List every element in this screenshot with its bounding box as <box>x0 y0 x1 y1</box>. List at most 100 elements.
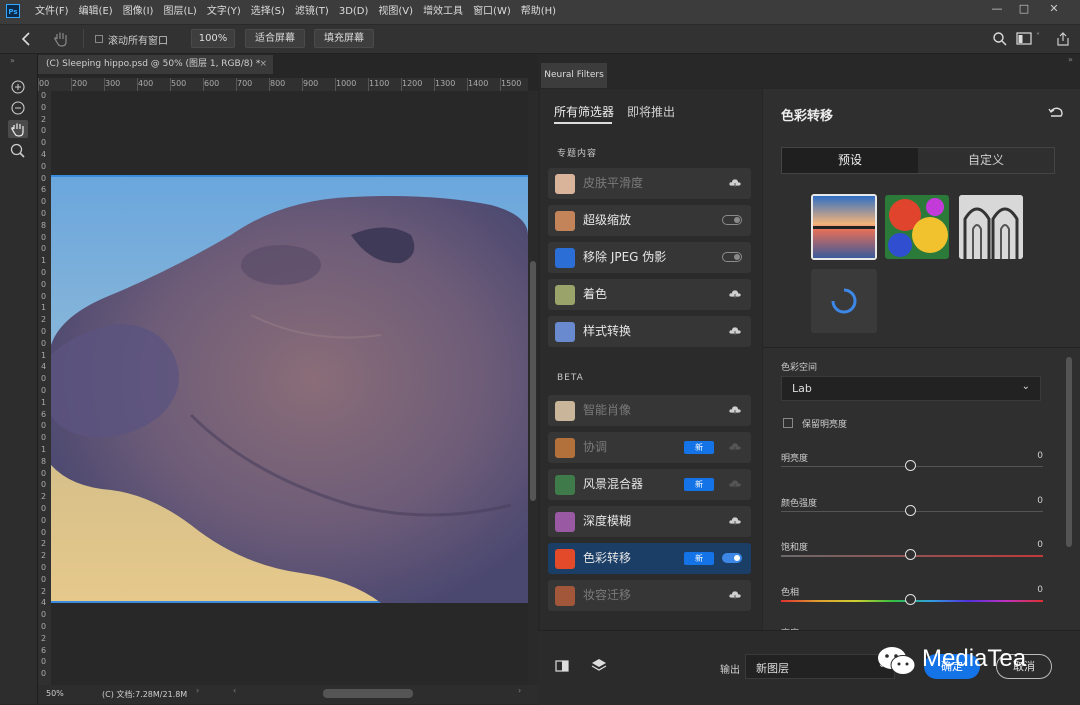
menu-item[interactable]: 窗口(W) <box>468 0 516 24</box>
cloud-download-icon[interactable] <box>728 590 742 600</box>
panel-collapse-icon[interactable]: » <box>1068 55 1073 64</box>
tab-presets[interactable]: 预设 <box>782 148 918 173</box>
ruler-tick-label: 0 <box>41 327 47 336</box>
cloud-download-icon[interactable] <box>728 178 742 188</box>
menu-item[interactable]: 帮助(H) <box>516 0 561 24</box>
maximize-icon[interactable]: □ <box>1011 0 1037 20</box>
cloud-download-icon[interactable] <box>728 442 742 452</box>
zoom-level[interactable]: 50% <box>46 689 64 698</box>
magnifier-icon[interactable] <box>8 142 28 160</box>
filter-item[interactable]: 风景混合器 新 <box>548 469 751 500</box>
reset-icon[interactable] <box>1048 105 1064 119</box>
zoom-100-button[interactable]: 100% <box>191 29 235 48</box>
menu-item[interactable]: 编辑(E) <box>74 0 118 24</box>
cloud-download-icon[interactable] <box>728 326 742 336</box>
output-select[interactable]: 新图层 ⌄ <box>745 654 895 679</box>
preset-sunset[interactable] <box>811 194 877 260</box>
neural-filters-tab[interactable]: Neural Filters <box>541 63 607 88</box>
filter-toggle[interactable] <box>722 215 742 225</box>
tab-custom[interactable]: 自定义 <box>918 148 1054 173</box>
workspace-icon[interactable] <box>1016 32 1034 46</box>
menu-item[interactable]: 文件(F) <box>30 0 74 24</box>
vertical-scrollbar[interactable] <box>528 91 538 685</box>
output-value: 新图层 <box>756 662 789 675</box>
tab-all-filters[interactable]: 所有筛选器 <box>554 103 614 120</box>
ruler-tick-label: 0 <box>41 421 47 431</box>
photoshop-logo-icon: Ps <box>6 4 20 18</box>
tab-coming-soon[interactable]: 即将推出 <box>627 103 675 120</box>
close-icon[interactable]: ✕ <box>1041 0 1067 20</box>
slider-handle[interactable] <box>905 549 916 560</box>
featured-heading: 专题内容 <box>557 149 598 159</box>
filter-item[interactable]: 协调 新 <box>548 432 751 463</box>
chevron-down-icon[interactable]: ˅ <box>1036 32 1040 41</box>
filter-item[interactable]: 着色 <box>548 279 751 310</box>
slider-handle[interactable] <box>905 593 916 605</box>
color-space-label: 色彩空间 <box>781 363 818 373</box>
filter-item[interactable]: 妆容迁移 <box>548 580 751 611</box>
options-bar: 滚动所有窗口 100% 适合屏幕 填充屏幕 ˅ <box>0 25 1080 54</box>
zoom-out-icon[interactable] <box>8 99 28 117</box>
ruler-tick-label: 0 <box>41 173 47 183</box>
menu-item[interactable]: 图像(I) <box>118 0 159 24</box>
filter-item[interactable]: 色彩转移 新 <box>548 543 751 574</box>
search-icon[interactable] <box>992 31 1008 47</box>
filter-item[interactable]: 超级缩放 <box>548 205 751 236</box>
filter-item[interactable]: 智能肖像 <box>548 395 751 426</box>
fill-screen-button[interactable]: 填充屏幕 <box>314 29 374 48</box>
layers-icon[interactable] <box>590 657 608 675</box>
hand-tool-selected[interactable] <box>8 120 28 138</box>
slider-handle[interactable] <box>905 460 916 471</box>
menu-item[interactable]: 视图(V) <box>373 0 418 24</box>
scroll-thumb[interactable] <box>530 261 536 501</box>
minimize-icon[interactable]: — <box>984 0 1010 20</box>
ruler-tick-label: 400 <box>138 79 154 88</box>
ruler-tick-label: 0 <box>41 102 47 112</box>
scroll-left-icon[interactable]: ‹ <box>233 686 236 695</box>
filter-item[interactable]: 皮肤平滑度 <box>548 168 751 199</box>
horizontal-ruler: 00 200 300 400 500 600 700 800 900 1000 1100 1200 13… <box>38 78 528 92</box>
cloud-download-icon[interactable] <box>728 289 742 299</box>
filter-thumbnail <box>555 512 575 532</box>
chevron-right-icon[interactable]: › <box>196 686 199 695</box>
scroll-right-icon[interactable]: › <box>518 686 521 695</box>
preset-abstract[interactable] <box>885 195 949 259</box>
scroll-all-checkbox[interactable] <box>95 35 103 43</box>
cloud-download-icon[interactable] <box>728 405 742 415</box>
back-arrow-icon[interactable] <box>18 31 34 47</box>
menu-item[interactable]: 滤镜(T) <box>290 0 334 24</box>
preset-arches[interactable] <box>959 195 1023 259</box>
filter-toggle[interactable] <box>722 252 742 262</box>
ruler-tick-label: 0 <box>41 480 47 490</box>
collapse-icon[interactable]: » <box>10 56 15 65</box>
menu-item[interactable]: 文字(Y) <box>202 0 246 24</box>
color-space-select[interactable]: Lab ⌄ <box>781 376 1041 401</box>
menu-item[interactable]: 增效工具 <box>418 0 468 24</box>
ruler-tick-label: 0 <box>41 563 47 572</box>
hand-tool-icon[interactable] <box>52 30 70 48</box>
horizontal-scroll-thumb[interactable] <box>323 689 413 698</box>
zoom-in-icon[interactable] <box>8 78 28 96</box>
filter-item[interactable]: 移除 JPEG 伪影 <box>548 242 751 273</box>
canvas-area[interactable] <box>51 91 528 685</box>
fit-screen-button[interactable]: 适合屏幕 <box>245 29 305 48</box>
before-after-icon[interactable] <box>554 658 570 674</box>
document-tab[interactable]: (C) Sleeping hippo.psd @ 50% (图层 1, RGB/… <box>38 55 273 74</box>
filter-thumbnail <box>555 285 575 305</box>
filter-item[interactable]: 深度模糊 <box>548 506 751 537</box>
menu-item[interactable]: 选择(S) <box>246 0 290 24</box>
new-badge: 新 <box>684 478 714 491</box>
menu-item[interactable]: 图层(L) <box>158 0 201 24</box>
ruler-tick-label: 2 <box>41 551 47 561</box>
share-icon[interactable] <box>1055 31 1071 47</box>
ruler-tick-label: 700 <box>237 79 253 88</box>
preserve-luminance-checkbox[interactable] <box>783 418 793 428</box>
close-tab-icon[interactable]: × <box>259 55 267 74</box>
filter-toggle[interactable] <box>722 553 742 563</box>
cloud-download-icon[interactable] <box>728 479 742 489</box>
detail-scrollbar[interactable] <box>1066 357 1072 547</box>
filter-item[interactable]: 样式转换 <box>548 316 751 347</box>
cloud-download-icon[interactable] <box>728 516 742 526</box>
slider-handle[interactable] <box>905 504 916 516</box>
menu-item[interactable]: 3D(D) <box>334 0 374 24</box>
